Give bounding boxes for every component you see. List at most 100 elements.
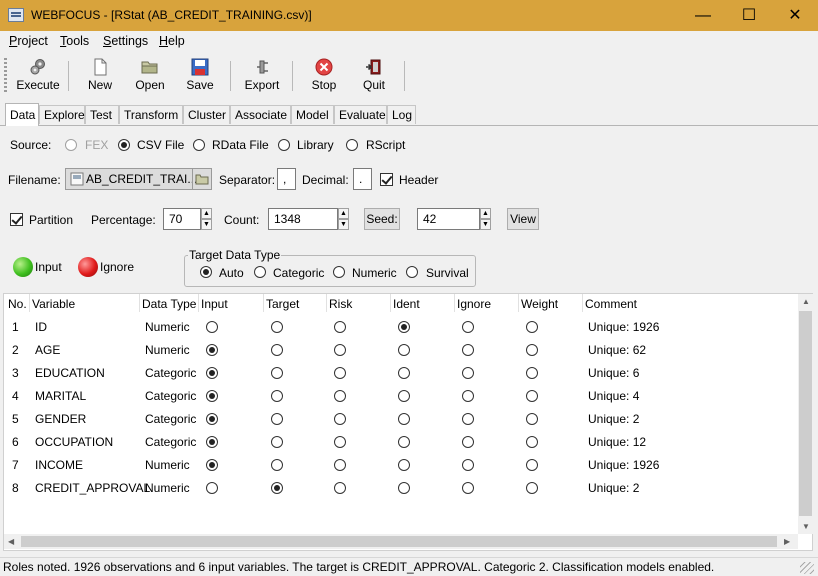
role-weight-radio[interactable]	[526, 367, 538, 379]
target-auto-radio[interactable]	[200, 266, 212, 278]
role-input-radio[interactable]	[206, 482, 218, 494]
role-risk-radio[interactable]	[334, 344, 346, 356]
seed-spinner[interactable]: ▲ ▼	[480, 208, 491, 230]
role-target-radio[interactable]	[271, 344, 283, 356]
role-weight-radio[interactable]	[526, 482, 538, 494]
scroll-right-icon[interactable]: ▶	[784, 537, 790, 546]
role-risk-radio[interactable]	[334, 436, 346, 448]
scroll-left-icon[interactable]: ◀	[8, 537, 14, 546]
menu-settings[interactable]: Settings	[103, 34, 148, 48]
role-ident-radio[interactable]	[398, 436, 410, 448]
percentage-spinner[interactable]: ▲ ▼	[201, 208, 212, 230]
role-input-radio[interactable]	[206, 436, 218, 448]
source-rscript-radio[interactable]	[346, 139, 358, 151]
tab-associate[interactable]: Associate	[230, 105, 291, 124]
role-ignore-radio[interactable]	[462, 390, 474, 402]
role-risk-radio[interactable]	[334, 367, 346, 379]
stop-button[interactable]: Stop	[307, 56, 341, 96]
table-row[interactable]: 2 AGE Numeric Unique: 62	[4, 341, 794, 361]
scroll-up-icon[interactable]: ▲	[802, 297, 810, 306]
header-checkbox[interactable]	[380, 173, 393, 186]
role-weight-radio[interactable]	[526, 390, 538, 402]
separator-input[interactable]: ,	[277, 168, 296, 190]
horizontal-scroll-thumb[interactable]	[21, 536, 777, 547]
table-row[interactable]: 5 GENDER Categoric Unique: 2	[4, 410, 794, 430]
tab-transform[interactable]: Transform	[119, 105, 183, 124]
role-target-radio[interactable]	[271, 390, 283, 402]
maximize-button[interactable]: ☐	[726, 0, 772, 31]
source-fex-radio[interactable]	[65, 139, 77, 151]
table-row[interactable]: 7 INCOME Numeric Unique: 1926	[4, 456, 794, 476]
role-input-radio[interactable]	[206, 321, 218, 333]
table-row[interactable]: 6 OCCUPATION Categoric Unique: 12	[4, 433, 794, 453]
scroll-down-icon[interactable]: ▼	[802, 522, 810, 531]
role-risk-radio[interactable]	[334, 459, 346, 471]
role-input-radio[interactable]	[206, 344, 218, 356]
source-csv-radio[interactable]	[118, 139, 130, 151]
role-ignore-radio[interactable]	[462, 367, 474, 379]
tab-model[interactable]: Model	[291, 105, 334, 124]
role-weight-radio[interactable]	[526, 436, 538, 448]
role-weight-radio[interactable]	[526, 321, 538, 333]
target-categoric-radio[interactable]	[254, 266, 266, 278]
role-ident-radio[interactable]	[398, 344, 410, 356]
table-row[interactable]: 1 ID Numeric Unique: 1926	[4, 318, 794, 338]
role-ignore-radio[interactable]	[462, 459, 474, 471]
source-rdata-radio[interactable]	[193, 139, 205, 151]
role-ignore-radio[interactable]	[462, 482, 474, 494]
close-button[interactable]: ✕	[772, 0, 818, 31]
role-risk-radio[interactable]	[334, 482, 346, 494]
tab-test[interactable]: Test	[85, 105, 119, 124]
percentage-input[interactable]: 70	[163, 208, 201, 230]
role-input-radio[interactable]	[206, 413, 218, 425]
view-button[interactable]: View	[507, 208, 539, 230]
table-row[interactable]: 3 EDUCATION Categoric Unique: 6	[4, 364, 794, 384]
table-row[interactable]: 8 CREDIT_APPROVAL Numeric Unique: 2	[4, 479, 794, 499]
new-button[interactable]: New	[83, 56, 117, 96]
partition-checkbox[interactable]	[10, 213, 23, 226]
role-target-radio[interactable]	[271, 413, 283, 425]
menu-tools[interactable]: Tools	[60, 34, 89, 48]
count-spinner[interactable]: ▲ ▼	[338, 208, 349, 230]
role-weight-radio[interactable]	[526, 413, 538, 425]
role-target-radio[interactable]	[271, 367, 283, 379]
role-ignore-radio[interactable]	[462, 321, 474, 333]
role-input-radio[interactable]	[206, 390, 218, 402]
target-survival-radio[interactable]	[406, 266, 418, 278]
role-ident-radio[interactable]	[398, 321, 410, 333]
role-ident-radio[interactable]	[398, 459, 410, 471]
role-ignore-radio[interactable]	[462, 436, 474, 448]
role-target-radio[interactable]	[271, 482, 283, 494]
seed-button[interactable]: Seed:	[364, 208, 400, 230]
role-ignore-radio[interactable]	[462, 344, 474, 356]
open-button[interactable]: Open	[131, 56, 169, 96]
tab-explore[interactable]: Explore	[39, 105, 85, 124]
role-weight-radio[interactable]	[526, 459, 538, 471]
tab-log[interactable]: Log	[387, 105, 416, 124]
tab-data[interactable]: Data	[5, 103, 39, 126]
role-ignore-radio[interactable]	[462, 413, 474, 425]
export-button[interactable]: Export	[243, 56, 281, 96]
role-target-radio[interactable]	[271, 459, 283, 471]
source-library-radio[interactable]	[278, 139, 290, 151]
decimal-input[interactable]: .	[353, 168, 372, 190]
horizontal-scrollbar[interactable]: ◀ ▶	[4, 534, 798, 549]
count-input[interactable]: 1348	[268, 208, 338, 230]
quit-button[interactable]: Quit	[357, 56, 391, 96]
minimize-button[interactable]: —	[680, 0, 726, 31]
role-input-radio[interactable]	[206, 459, 218, 471]
role-weight-radio[interactable]	[526, 344, 538, 356]
resize-grip[interactable]	[800, 562, 814, 574]
role-ident-radio[interactable]	[398, 413, 410, 425]
target-numeric-radio[interactable]	[333, 266, 345, 278]
role-ident-radio[interactable]	[398, 482, 410, 494]
role-ident-radio[interactable]	[398, 390, 410, 402]
save-button[interactable]: Save	[183, 56, 217, 96]
menu-help[interactable]: Help	[159, 34, 185, 48]
role-risk-radio[interactable]	[334, 321, 346, 333]
role-risk-radio[interactable]	[334, 413, 346, 425]
role-target-radio[interactable]	[271, 321, 283, 333]
vertical-scrollbar[interactable]: ▲ ▼	[798, 294, 813, 534]
role-risk-radio[interactable]	[334, 390, 346, 402]
execute-button[interactable]: Execute	[15, 56, 61, 96]
